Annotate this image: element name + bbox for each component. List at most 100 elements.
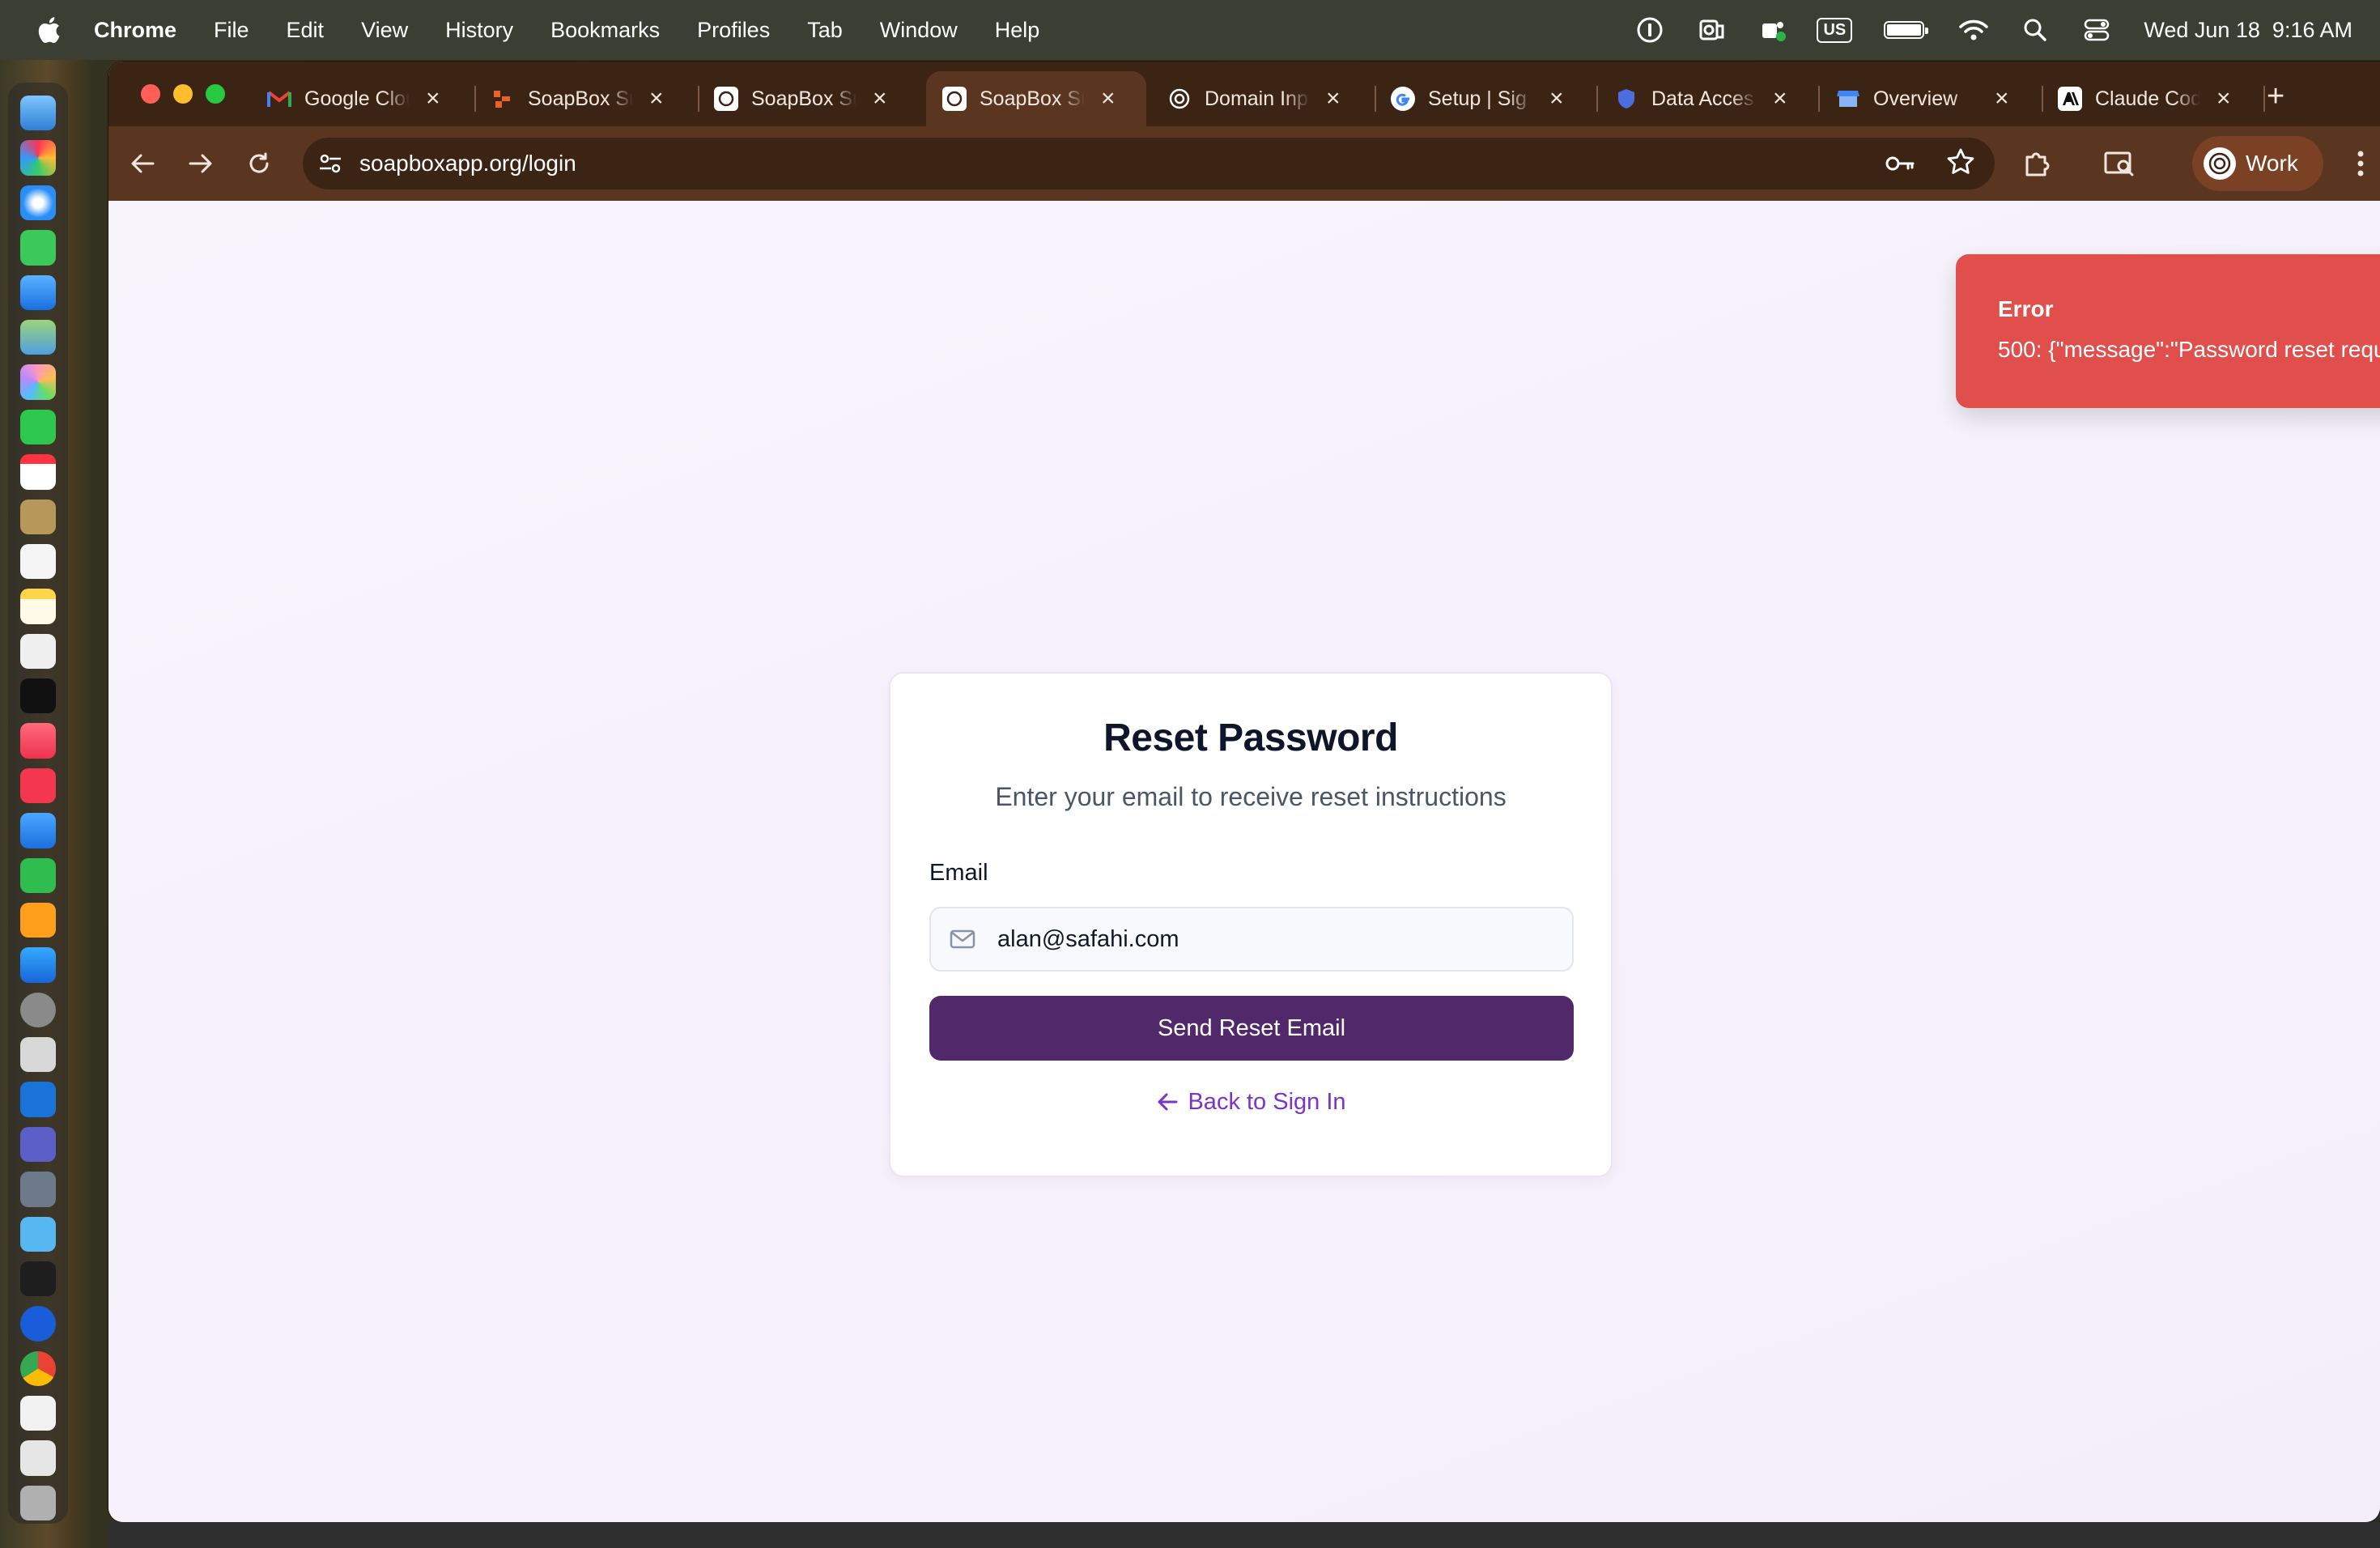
chrome-menu-icon[interactable] [2344, 147, 2377, 180]
tab-close-icon[interactable]: × [1549, 85, 1564, 113]
tab-title: SoapBox Su [980, 87, 1085, 110]
tab-soapbox-active[interactable]: SoapBox Su × [926, 71, 1146, 126]
menubar-clock[interactable]: Wed Jun 18 9:16 AM [2144, 18, 2352, 43]
mail-icon[interactable] [20, 274, 56, 310]
tab-search-icon[interactable] [2103, 147, 2136, 180]
url-text[interactable]: soapboxapp.org/login [359, 151, 576, 176]
onepassword-icon[interactable] [20, 1306, 56, 1342]
onepassword-status-icon[interactable] [1635, 15, 1664, 45]
battery-icon[interactable] [1881, 15, 1929, 45]
reload-icon[interactable] [243, 147, 275, 180]
tab-data-access[interactable]: Data Acces × [1598, 71, 1787, 126]
tab-title: Overview [1873, 87, 1958, 110]
notes-icon[interactable] [20, 589, 56, 624]
menu-bookmarks[interactable]: Bookmarks [550, 18, 660, 43]
tab-close-icon[interactable]: × [1101, 85, 1116, 113]
maps-icon[interactable] [20, 319, 56, 355]
lightbulb-app-icon[interactable] [20, 1216, 56, 1252]
freeform-icon[interactable] [20, 633, 56, 670]
keyboard-layout-indicator[interactable]: US [1817, 15, 1853, 45]
reminders-icon[interactable] [20, 543, 56, 580]
new-tab-plus-icon[interactable]: + [2267, 79, 2284, 114]
iphone-mirroring-icon[interactable] [20, 1037, 56, 1073]
menu-edit[interactable]: Edit [287, 18, 325, 43]
tab-claude-code[interactable]: Claude Cod × [2042, 71, 2231, 126]
wifi-icon[interactable] [1959, 15, 1989, 45]
tab-close-icon[interactable]: × [1773, 85, 1787, 113]
tab-setup-sign[interactable]: Setup | Sig × [1375, 71, 1564, 126]
messages-icon[interactable] [20, 230, 56, 266]
menu-file[interactable]: File [214, 18, 249, 43]
finder-icon[interactable] [20, 96, 56, 131]
music-icon[interactable] [20, 723, 56, 759]
google-icon [1391, 87, 1415, 111]
outlook-status-icon[interactable] [1697, 15, 1726, 45]
document-icon[interactable] [20, 1396, 56, 1431]
gmail-icon [267, 87, 291, 111]
photos-icon[interactable] [20, 364, 56, 400]
minimize-window-button[interactable] [173, 84, 193, 104]
spotlight-search-icon[interactable] [2021, 15, 2050, 45]
numbers-icon[interactable] [20, 857, 56, 893]
menu-window[interactable]: Window [880, 18, 958, 43]
zoom-window-button[interactable] [206, 84, 225, 104]
app-store-icon[interactable] [20, 947, 56, 983]
tab-soapbox-2[interactable]: SoapBox Su × [698, 71, 887, 126]
email-input[interactable] [997, 925, 1548, 953]
bookmark-star-icon[interactable] [1946, 147, 1975, 185]
close-window-button[interactable] [141, 84, 160, 104]
tab-overview[interactable]: Overview × [1820, 71, 2009, 126]
tab-title: Domain Inp [1205, 87, 1308, 110]
back-arrow-icon[interactable] [126, 147, 159, 180]
apple-tv-icon[interactable] [20, 678, 56, 714]
tab-close-icon[interactable]: × [2216, 85, 2231, 113]
tab-google-cloud[interactable]: Google Cloud × [251, 71, 440, 126]
menu-history[interactable]: History [445, 18, 513, 43]
control-center-icon[interactable] [2082, 15, 2111, 45]
downloads-stack-icon[interactable] [20, 1440, 56, 1476]
send-reset-email-button[interactable]: Send Reset Email [929, 996, 1574, 1061]
calendar-icon[interactable] [20, 454, 56, 490]
tab-close-icon[interactable]: × [426, 85, 440, 113]
launchpad-icon[interactable] [20, 140, 56, 176]
back-to-sign-in-link[interactable]: Back to Sign In [890, 1082, 1611, 1122]
facetime-icon[interactable] [20, 409, 56, 444]
tab-domain-input[interactable]: Domain Inp × [1151, 71, 1341, 126]
password-key-icon[interactable] [1883, 147, 1915, 185]
address-bar[interactable]: soapboxapp.org/login [303, 138, 1995, 189]
forward-arrow-icon[interactable] [185, 147, 217, 180]
tab-close-icon[interactable]: × [1326, 85, 1341, 113]
extensions-puzzle-icon[interactable] [2021, 147, 2053, 180]
macos-menubar: Chrome File Edit View History Bookmarks … [0, 0, 2380, 60]
pages-icon[interactable] [20, 902, 56, 938]
tab-close-icon[interactable]: × [649, 85, 664, 113]
system-settings-icon[interactable] [20, 992, 56, 1028]
menu-profiles[interactable]: Profiles [697, 18, 770, 43]
terminal-icon[interactable] [20, 1261, 56, 1297]
tab-title: Claude Cod [2095, 87, 2200, 110]
news-icon[interactable] [20, 768, 56, 804]
teams-status-icon[interactable] [1758, 15, 1787, 45]
email-field[interactable] [929, 907, 1574, 972]
menu-help[interactable]: Help [995, 18, 1040, 43]
apple-menu-icon[interactable] [32, 14, 65, 46]
tab-title: Data Acces [1651, 87, 1754, 110]
tab-close-icon[interactable]: × [873, 85, 887, 113]
site-settings-icon[interactable] [316, 149, 345, 178]
reset-password-card: Reset Password Enter your email to recei… [889, 672, 1613, 1177]
menu-app-name[interactable]: Chrome [94, 18, 176, 43]
outlook-icon[interactable] [20, 1082, 56, 1117]
safari-icon[interactable] [20, 185, 56, 221]
teams-icon[interactable] [20, 1126, 56, 1163]
tab-close-icon[interactable]: × [1995, 85, 2009, 113]
menu-view[interactable]: View [361, 18, 408, 43]
error-toast[interactable]: Error 500: {"message":"Password reset re… [1956, 254, 2380, 408]
profile-button[interactable]: Work [2192, 136, 2323, 191]
keynote-icon[interactable] [20, 813, 56, 848]
chrome-icon[interactable] [20, 1350, 56, 1387]
contacts-icon[interactable] [20, 499, 56, 534]
menu-tab[interactable]: Tab [807, 18, 843, 43]
tab-soapbox-1[interactable]: SoapBox Su × [474, 71, 664, 126]
remote-desktop-icon[interactable] [20, 1172, 56, 1207]
trash-icon[interactable] [20, 1485, 56, 1521]
